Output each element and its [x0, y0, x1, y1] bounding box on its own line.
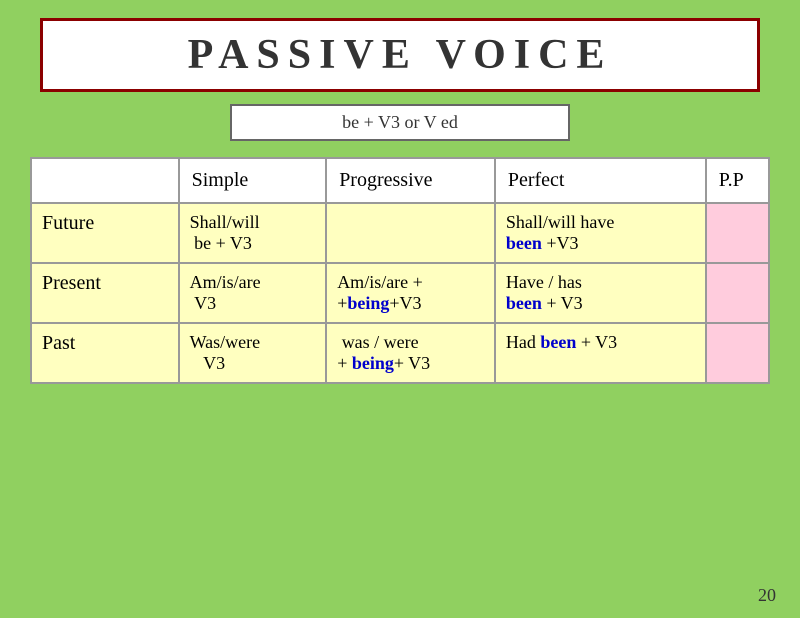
page-title: PASSIVE VOICE [188, 32, 613, 78]
label-present: Present [31, 263, 179, 323]
present-progressive: Am/is/are ++being+V3 [326, 263, 495, 323]
header-progressive: Progressive [326, 158, 495, 203]
past-simple: Was/were V3 [179, 323, 327, 383]
future-pp [706, 203, 769, 263]
past-pp [706, 323, 769, 383]
title-box: PASSIVE VOICE [40, 18, 760, 92]
table-row-future: Future Shall/will be + V3 Shall/will hav… [31, 203, 769, 263]
present-perfect: Have / has been + V3 [495, 263, 706, 323]
future-progressive [326, 203, 495, 263]
header-empty [31, 158, 179, 203]
header-pp: P.P [706, 158, 769, 203]
past-perfect-been: been [540, 332, 576, 352]
present-pp [706, 263, 769, 323]
present-progressive-being: being [347, 293, 389, 313]
present-simple: Am/is/are V3 [179, 263, 327, 323]
header-perfect: Perfect [495, 158, 706, 203]
past-progressive: was / were + being+ V3 [326, 323, 495, 383]
table-wrapper: Simple Progressive Perfect P.P Future Sh… [30, 157, 770, 384]
table-row-present: Present Am/is/are V3 Am/is/are ++being+V… [31, 263, 769, 323]
page-number: 20 [758, 585, 776, 606]
past-perfect: Had been + V3 [495, 323, 706, 383]
future-perfect-been: been [506, 233, 542, 253]
subtitle-text: be + V3 or V ed [342, 112, 458, 132]
header-simple: Simple [179, 158, 327, 203]
label-future: Future [31, 203, 179, 263]
passive-voice-table: Simple Progressive Perfect P.P Future Sh… [30, 157, 770, 384]
future-perfect: Shall/will have been +V3 [495, 203, 706, 263]
table-row-past: Past Was/were V3 was / were + being+ V3 … [31, 323, 769, 383]
label-past: Past [31, 323, 179, 383]
subtitle-box: be + V3 or V ed [230, 104, 570, 141]
past-progressive-being: being [352, 353, 394, 373]
future-simple: Shall/will be + V3 [179, 203, 327, 263]
present-perfect-been: been [506, 293, 542, 313]
table-header-row: Simple Progressive Perfect P.P [31, 158, 769, 203]
